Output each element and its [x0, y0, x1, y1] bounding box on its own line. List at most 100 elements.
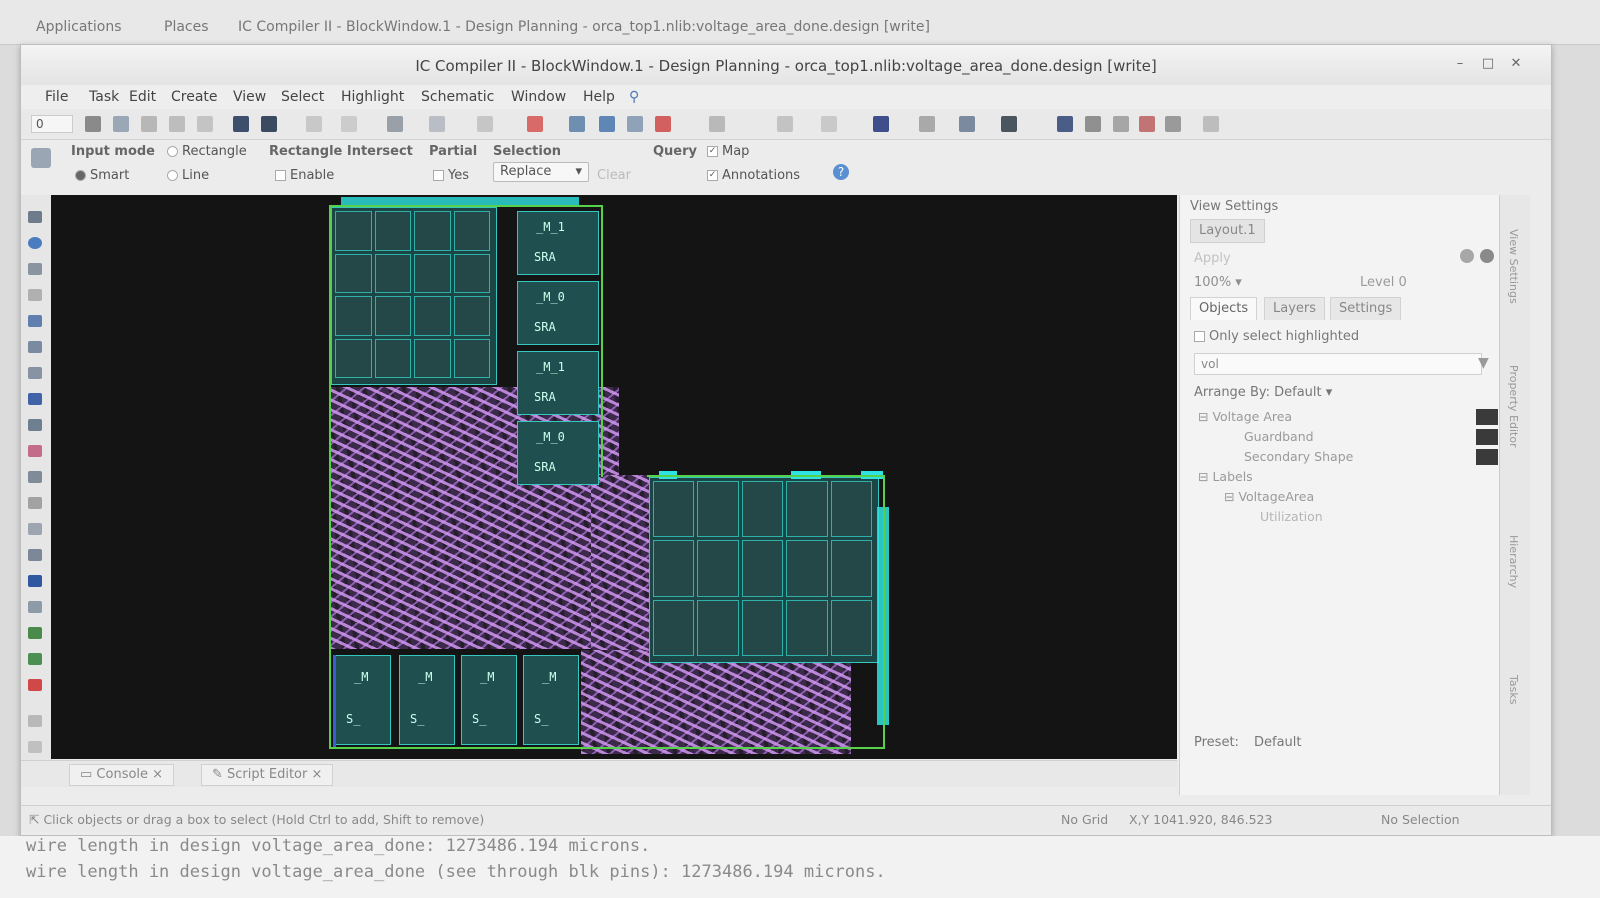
- filter-icon[interactable]: ▼: [1478, 355, 1489, 371]
- side-tab-tasks[interactable]: Tasks: [1507, 675, 1520, 704]
- search-icon[interactable]: ⚲: [629, 89, 639, 105]
- layers-icon[interactable]: [569, 116, 585, 132]
- tree-item-guardband[interactable]: Guardband: [1244, 429, 1314, 444]
- level-spinner[interactable]: Level 0: [1360, 275, 1407, 290]
- cross-tool-icon[interactable]: [28, 315, 42, 327]
- menu-edit[interactable]: Edit: [129, 89, 156, 105]
- block-tool-icon[interactable]: [28, 393, 42, 405]
- distribute-icon[interactable]: [28, 549, 42, 561]
- annotations-checkbox[interactable]: ✓ Annotations: [707, 168, 800, 183]
- pointer-tool-icon[interactable]: [85, 116, 101, 132]
- chip-icon[interactable]: [1001, 116, 1017, 132]
- highlight-icon[interactable]: [527, 116, 543, 132]
- bottom-macro-3[interactable]: _M S_: [461, 655, 517, 745]
- only-select-highlighted-checkbox[interactable]: Only select highlighted: [1194, 329, 1359, 344]
- minimize-icon[interactable]: –: [1453, 57, 1467, 71]
- smart-radio[interactable]: Smart: [75, 168, 129, 183]
- snap-tool-icon[interactable]: [28, 523, 42, 535]
- chart-icon[interactable]: [1113, 116, 1129, 132]
- menu-file[interactable]: File: [45, 89, 68, 105]
- settings-gear-icon[interactable]: [1480, 249, 1494, 263]
- menu-help[interactable]: Help: [583, 89, 615, 105]
- menu-task[interactable]: Task: [89, 89, 119, 105]
- tab-settings[interactable]: Settings: [1330, 297, 1402, 320]
- side-tab-hierarchy[interactable]: Hierarchy: [1507, 535, 1520, 588]
- help-icon[interactable]: ?: [833, 164, 849, 180]
- tree-item-voltagearea[interactable]: ⊟ VoltageArea: [1224, 489, 1314, 504]
- object-filter-input[interactable]: vol: [1194, 353, 1482, 375]
- hierarchy-icon[interactable]: [919, 116, 935, 132]
- spin-box[interactable]: 0: [31, 115, 73, 133]
- menu-highlight[interactable]: Highlight: [341, 89, 404, 105]
- sram-block-4[interactable]: _M_0 SRA: [517, 421, 599, 485]
- selection-mode-dropdown[interactable]: Replace ▾: [493, 162, 589, 182]
- pin-icon[interactable]: [1139, 116, 1155, 132]
- crosshair-icon[interactable]: [387, 116, 403, 132]
- table-icon[interactable]: [655, 116, 671, 132]
- color-swatch[interactable]: [1476, 409, 1498, 425]
- delete-tool-icon[interactable]: [28, 679, 42, 691]
- arrange-by-dropdown[interactable]: Arrange By: Default ▾: [1194, 385, 1332, 400]
- tab-console[interactable]: ▭ Console ×: [69, 764, 175, 786]
- stack-tool-icon[interactable]: [28, 419, 42, 431]
- places-menu[interactable]: Places: [164, 19, 209, 35]
- route-tool-icon[interactable]: [28, 653, 42, 665]
- net-tool-icon[interactable]: [28, 627, 42, 639]
- save-icon[interactable]: [261, 116, 277, 132]
- sram-block-1[interactable]: _M_1 SRA: [517, 211, 599, 275]
- macro-array-right[interactable]: [649, 477, 879, 663]
- menu-select[interactable]: Select: [281, 89, 324, 105]
- side-tab-property-editor[interactable]: Property Editor: [1507, 365, 1520, 448]
- select-tool-icon[interactable]: [28, 211, 42, 223]
- undo-icon[interactable]: [777, 116, 793, 132]
- copy-tool-icon[interactable]: [169, 116, 185, 132]
- tree-item-utilization[interactable]: Utilization: [1260, 509, 1323, 524]
- edit-tool-icon[interactable]: [28, 341, 42, 353]
- macro-array-top-left[interactable]: [331, 207, 497, 385]
- bottom-macro-4[interactable]: _M S_: [523, 655, 579, 745]
- select-mode-icon[interactable]: [31, 148, 51, 168]
- sram-block-3[interactable]: _M_1 SRA: [517, 351, 599, 415]
- color-swatch[interactable]: [1476, 449, 1498, 465]
- align-left-icon[interactable]: [28, 471, 42, 483]
- pen-tool-icon[interactable]: [306, 116, 322, 132]
- taskbar-window-title[interactable]: IC Compiler II - BlockWindow.1 - Design …: [238, 19, 930, 35]
- zoom-dropdown[interactable]: 100% ▾: [1194, 275, 1242, 290]
- menu-view[interactable]: View: [233, 89, 266, 105]
- shape-tool-icon[interactable]: [28, 367, 42, 379]
- map-checkbox[interactable]: ✓ Map: [707, 144, 749, 159]
- tab-objects[interactable]: Objects: [1190, 297, 1258, 320]
- applications-menu[interactable]: Applications: [36, 19, 122, 35]
- export-icon[interactable]: [1203, 116, 1219, 132]
- ruler-icon[interactable]: [341, 116, 357, 132]
- bottom-macro-2[interactable]: _M S_: [399, 655, 455, 745]
- menu-window[interactable]: Window: [511, 89, 566, 105]
- tree-item-labels[interactable]: ⊟ Labels: [1198, 469, 1253, 484]
- text-tool-icon[interactable]: [28, 575, 42, 587]
- zoom-tool-icon[interactable]: [28, 237, 42, 249]
- settings-icon[interactable]: [1165, 116, 1181, 132]
- grid-tool-icon[interactable]: [113, 116, 129, 132]
- apply-button[interactable]: Apply: [1194, 251, 1231, 266]
- tab-script-editor[interactable]: ✎ Script Editor ×: [201, 764, 334, 786]
- box-tool-icon[interactable]: [28, 289, 42, 301]
- sram-block-2[interactable]: _M_0 SRA: [517, 281, 599, 345]
- grid-view-icon[interactable]: [1085, 116, 1101, 132]
- bottom-macro-1[interactable]: _M S_: [335, 655, 391, 745]
- open-icon[interactable]: [233, 116, 249, 132]
- color-swatch[interactable]: [1476, 429, 1498, 445]
- redo-icon[interactable]: [821, 116, 837, 132]
- tab-layers[interactable]: Layers: [1264, 297, 1326, 320]
- route-icon[interactable]: [429, 116, 445, 132]
- line-radio[interactable]: Line: [167, 168, 209, 183]
- partial-yes-checkbox[interactable]: Yes: [433, 168, 469, 183]
- layout-canvas[interactable]: _M_1 SRA _M_0 SRA _M_1 SRA _M_0 SRA _M S…: [51, 195, 1177, 759]
- zoom-fit-icon[interactable]: [709, 116, 725, 132]
- list-icon[interactable]: [627, 116, 643, 132]
- refresh-icon[interactable]: [1460, 249, 1474, 263]
- plus-tool-icon[interactable]: [28, 445, 42, 457]
- clear-button[interactable]: Clear: [597, 168, 631, 183]
- brush-icon[interactable]: [599, 116, 615, 132]
- pan-tool-icon[interactable]: [28, 263, 42, 275]
- preset-dropdown[interactable]: Default: [1254, 735, 1302, 750]
